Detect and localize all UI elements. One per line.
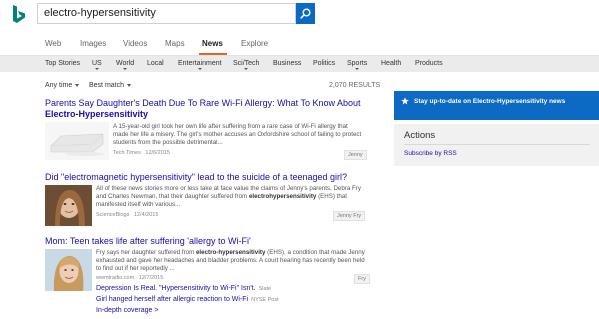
search-button[interactable] <box>296 3 315 24</box>
category-top-stories[interactable]: Top Stories <box>45 60 80 67</box>
category-bar: Top Stories US World Local Entertainment… <box>0 56 599 72</box>
subscribe-rss-link[interactable]: Subscribe by RSS <box>404 150 457 157</box>
promo-text: Stay up-to-date on Electro-Hypersensitiv… <box>414 98 566 105</box>
category-us[interactable]: US <box>92 60 102 70</box>
category-business[interactable]: Business <box>273 60 301 67</box>
result-snippet: A 15-year-old girl took her own life aft… <box>113 123 362 146</box>
tab-news[interactable]: News <box>202 39 223 48</box>
category-sci-tech[interactable]: Sci/Tech <box>233 60 259 70</box>
results-count: 2,070 RESULTS <box>329 82 381 89</box>
follow-topic-button[interactable]: Stay up-to-date on Electro-Hypersensitiv… <box>394 91 599 120</box>
result-tag[interactable]: Fry <box>354 274 370 284</box>
result-meta: Tech Times 12/6/2015 <box>113 150 170 156</box>
tab-images[interactable]: Images <box>80 39 106 48</box>
category-sports[interactable]: Sports <box>347 60 367 70</box>
result-thumbnail[interactable] <box>45 249 92 291</box>
result-thumbnail[interactable] <box>45 185 92 226</box>
related-link[interactable]: Girl hanged herself after allergic react… <box>96 296 279 303</box>
result-title[interactable]: Mom: Teen takes life after suffering 'al… <box>45 236 375 247</box>
scope-tabs: Web Images Videos Maps News Explore <box>0 33 599 55</box>
result-tag[interactable]: Jenny <box>344 150 367 160</box>
search-icon <box>300 8 311 19</box>
result-meta: wwmtradio.com 12/7/2015 <box>96 275 164 281</box>
tab-web[interactable]: Web <box>45 39 61 48</box>
result-tag[interactable]: Jenny Fry <box>333 211 366 221</box>
tab-explore[interactable]: Explore <box>241 39 268 48</box>
chevron-down-icon <box>355 68 360 70</box>
chevron-down-icon <box>127 83 132 87</box>
result-snippet: Fry says her daughter suffered from elec… <box>96 249 365 272</box>
chevron-down-icon <box>75 83 80 87</box>
actions-title: Actions <box>404 130 436 141</box>
in-depth-coverage-link[interactable]: In-depth coverage > <box>96 307 158 314</box>
chevron-down-icon <box>244 68 249 70</box>
chevron-down-icon <box>123 68 128 70</box>
category-entertainment[interactable]: Entertainment <box>178 60 222 70</box>
chevron-down-icon <box>94 68 99 70</box>
tab-videos[interactable]: Videos <box>123 39 147 48</box>
category-health[interactable]: Health <box>381 60 401 67</box>
result-title[interactable]: Parents Say Daughter's Death Due To Rare… <box>45 98 375 120</box>
tab-maps[interactable]: Maps <box>165 39 185 48</box>
result-meta: ScienceBlogs 12/4/2015 <box>96 212 159 218</box>
bing-logo-icon[interactable] <box>12 5 26 24</box>
category-world[interactable]: World <box>116 60 134 70</box>
search-query-text: electro-hypersensitivity <box>44 7 156 19</box>
result-thumbnail[interactable] <box>45 122 109 160</box>
divider <box>404 144 590 145</box>
actions-panel: Actions Subscribe by RSS <box>394 124 599 166</box>
chevron-down-icon <box>197 68 202 70</box>
result-snippet: All of these news stories more or less t… <box>96 185 361 208</box>
sort-filter-dropdown[interactable]: Best match <box>89 82 132 89</box>
time-filter-dropdown[interactable]: Any time <box>45 82 80 89</box>
related-link[interactable]: Depression Is Real. "Hypersensitivity to… <box>96 285 271 292</box>
category-local[interactable]: Local <box>147 60 164 67</box>
category-products[interactable]: Products <box>415 60 443 67</box>
star-icon <box>401 97 409 105</box>
search-input[interactable]: electro-hypersensitivity <box>37 3 296 24</box>
category-politics[interactable]: Politics <box>313 60 335 67</box>
result-title[interactable]: Did "electromagnetic hypersensitivity" l… <box>45 172 375 183</box>
